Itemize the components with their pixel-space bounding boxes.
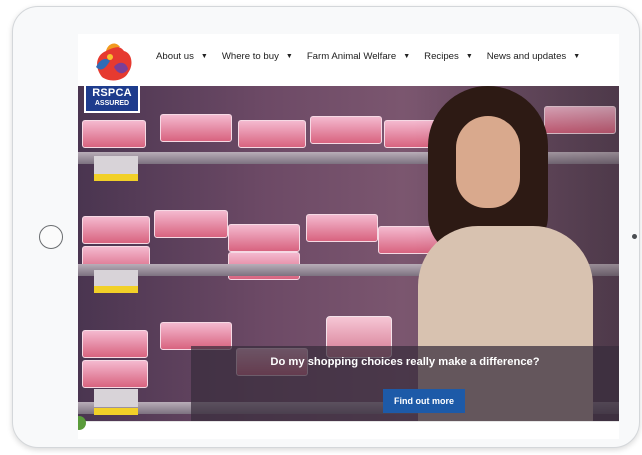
meat-pack: [228, 224, 300, 252]
meat-pack: [82, 360, 148, 388]
nav-label: Where to buy: [221, 51, 279, 62]
meat-pack: [82, 120, 146, 148]
meat-pack: [310, 116, 382, 144]
chat-icon[interactable]: [78, 416, 86, 430]
main-menu: About us ▼ Where to buy ▼ Farm Animal We…: [156, 51, 594, 62]
nav-item-news-and-updates[interactable]: News and updates ▼: [487, 51, 587, 62]
price-tag: [94, 174, 138, 181]
caret-down-icon: ▼: [403, 53, 411, 60]
logo-line2: ASSURED: [94, 100, 130, 107]
screen: RSPCA ASSURED About us ▼ Where to buy ▼ …: [78, 34, 619, 439]
hero-caption-panel: Do my shopping choices really make a dif…: [191, 346, 619, 421]
logo-line1: RSPCA: [92, 87, 132, 99]
logo-wordmark: RSPCA ASSURED: [86, 86, 138, 111]
nav-label: About us: [156, 51, 194, 62]
nav-label: News and updates: [486, 51, 567, 62]
animal-logo-icon: [96, 43, 132, 81]
caret-down-icon: ▼: [465, 53, 473, 60]
meat-pack: [82, 216, 150, 244]
meat-pack: [160, 114, 232, 142]
nav-item-recipes[interactable]: Recipes ▼: [424, 51, 480, 62]
meat-pack: [82, 330, 148, 358]
home-button[interactable]: [39, 225, 63, 249]
meat-pack: [238, 120, 306, 148]
nav-item-farm-animal-welfare[interactable]: Farm Animal Welfare ▼: [307, 51, 417, 62]
shelf-label: [94, 156, 138, 174]
hero-headline: Do my shopping choices really make a dif…: [270, 356, 540, 368]
caret-down-icon: ▼: [200, 53, 208, 60]
nav-item-about-us[interactable]: About us ▼: [156, 51, 215, 62]
price-tag: [94, 408, 138, 415]
nav-label: Recipes: [424, 51, 459, 62]
meat-pack: [154, 210, 228, 238]
page-bottom-strip: [78, 416, 619, 439]
top-navigation: About us ▼ Where to buy ▼ Farm Animal We…: [78, 34, 619, 86]
nav-label: Farm Animal Welfare: [306, 51, 397, 62]
woman-face: [456, 116, 520, 208]
caret-down-icon: ▼: [573, 53, 581, 60]
nav-item-where-to-buy[interactable]: Where to buy ▼: [222, 51, 300, 62]
meat-pack: [306, 214, 378, 242]
price-tag: [94, 286, 138, 293]
hero-banner: Do my shopping choices really make a dif…: [78, 86, 619, 421]
find-out-more-button[interactable]: Find out more: [383, 389, 465, 413]
rspca-assured-logo[interactable]: RSPCA ASSURED: [84, 37, 140, 113]
caret-down-icon: ▼: [285, 53, 293, 60]
tablet-frame: RSPCA ASSURED About us ▼ Where to buy ▼ …: [12, 6, 640, 448]
shelf-label: [94, 389, 138, 407]
camera-dot: [632, 234, 637, 239]
